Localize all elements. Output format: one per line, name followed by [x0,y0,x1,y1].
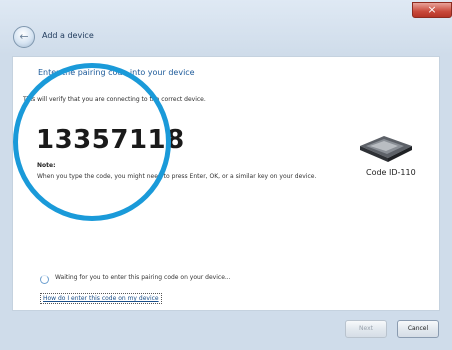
back-arrow-icon: ← [19,30,29,43]
spinner-icon [40,275,49,284]
close-icon: × [427,3,437,16]
add-device-window: × ← Add a device Enter the pairing code … [0,0,452,350]
back-button[interactable]: ← [13,26,35,48]
status-text: Waiting for you to enter this pairing co… [55,274,231,281]
device-name: Code ID-110 [366,168,416,177]
mouse-device-icon [360,136,412,162]
window-title: Add a device [42,31,94,40]
next-button[interactable]: Next [345,320,387,338]
close-button[interactable]: × [412,2,452,18]
help-link[interactable]: How do I enter this code on my device [40,293,162,304]
highlight-circle [13,63,171,221]
cancel-button[interactable]: Cancel [397,320,439,338]
